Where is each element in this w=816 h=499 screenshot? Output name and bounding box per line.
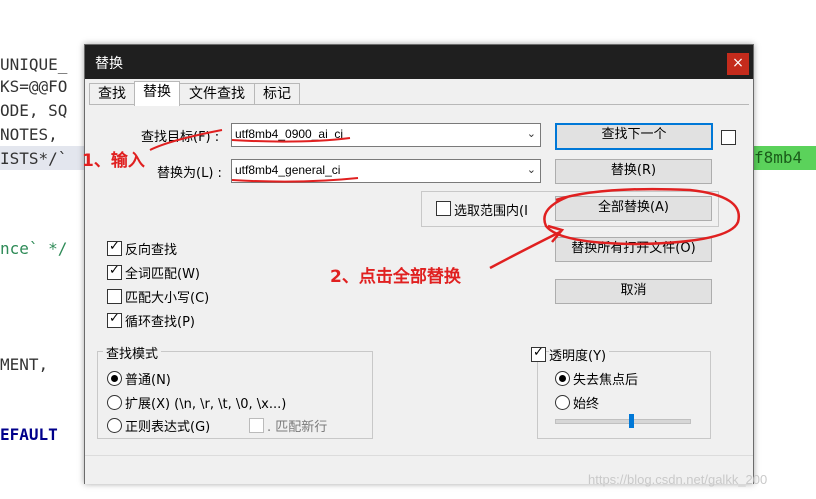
- annotation-overlay: [149, 129, 741, 270]
- annotation-step2: 2、点击全部替换: [330, 267, 461, 287]
- arrow-line-step1: [149, 129, 223, 151]
- watermark: https://blog.csdn.net/galkk_200: [588, 472, 768, 487]
- arrow-line-step2: [489, 230, 561, 270]
- underline-replace-annotation: [231, 177, 359, 183]
- annotation-step1: 1、输入: [82, 151, 145, 171]
- circle-replace-all-annotation: [543, 187, 741, 246]
- underline-find-annotation: [231, 137, 351, 143]
- tab-replace[interactable]: 替换: [134, 81, 180, 106]
